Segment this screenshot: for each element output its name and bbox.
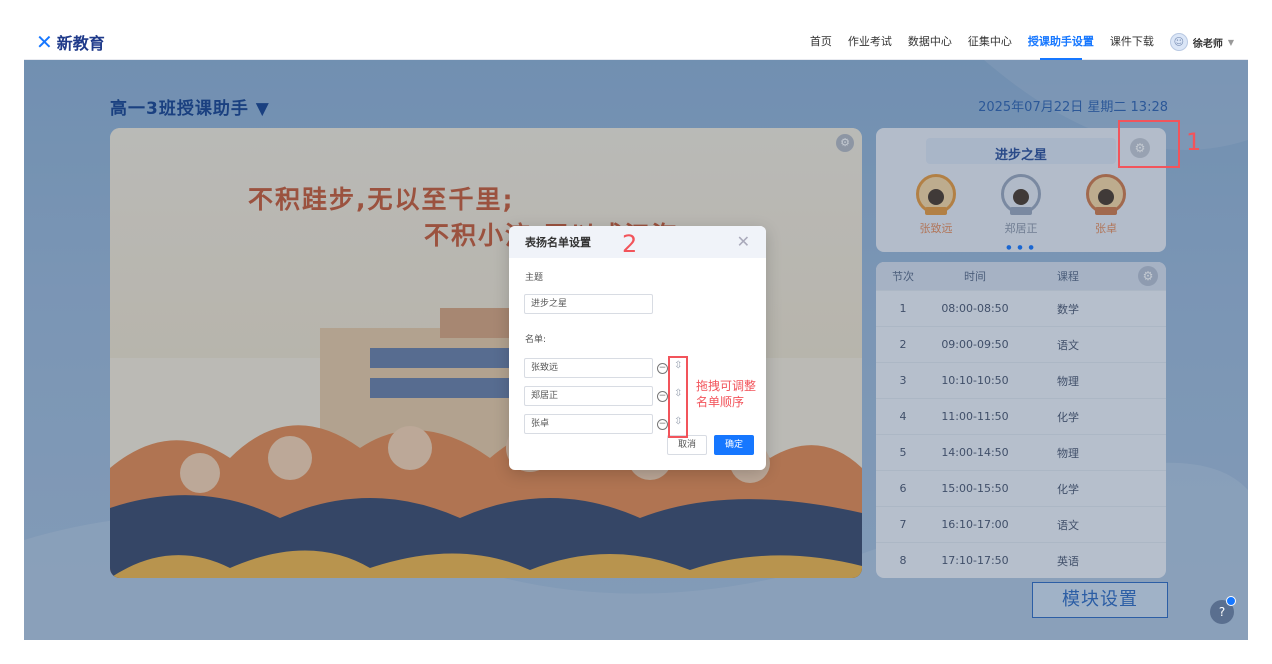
logo-icon: ✕ [36,30,53,54]
logo[interactable]: ✕ 新教育 [36,30,105,54]
nav-link-data[interactable]: 数据中心 [908,24,952,60]
top-nav: ✕ 新教育 首页 作业考试 数据中心 征集中心 授课助手设置 课件下载 ☺ 徐老… [24,24,1248,60]
annotation-drag-hint: 拖拽可调整名单顺序 [696,379,757,409]
topic-input[interactable]: 进步之星 [524,294,653,314]
annotation-number-2: 2 [622,230,638,258]
cancel-button[interactable]: 取消 [667,435,707,455]
annotation-box-drag-handles [668,356,688,438]
name-input-1[interactable]: 张致远 [524,358,653,378]
modal-title: 表扬名单设置 [509,226,766,258]
nav-link-collect[interactable]: 征集中心 [968,24,1012,60]
nav-link-assistant-settings[interactable]: 授课助手设置 [1028,24,1094,60]
praise-list-modal: 表扬名单设置 ✕ 主题 进步之星 名单: 张致远 − ⇳ 郑居正 − ⇳ 张卓 … [509,226,766,470]
annotation-number-1: 1 [1186,128,1202,156]
user-avatar-icon: ☺ [1169,33,1188,51]
nav-link-home[interactable]: 首页 [810,24,832,60]
name-input-3[interactable]: 张卓 [524,414,653,434]
chevron-down-icon: ▼ [1227,37,1234,47]
remove-icon[interactable]: − [657,391,668,402]
confirm-button[interactable]: 确定 [714,435,754,455]
app-frame: ✕ 新教育 首页 作业考试 数据中心 征集中心 授课助手设置 课件下载 ☺ 徐老… [24,24,1248,640]
nav-link-download[interactable]: 课件下载 [1110,24,1154,60]
help-notification-dot [1226,596,1236,606]
list-label: 名单: [525,335,547,345]
user-name: 徐老师 [1192,38,1223,50]
remove-icon[interactable]: − [657,419,668,430]
user-menu[interactable]: ☺ 徐老师 ▼ [1169,33,1234,51]
nav-link-homework[interactable]: 作业考试 [848,24,892,60]
nav-links: 首页 作业考试 数据中心 征集中心 授课助手设置 课件下载 ☺ 徐老师 ▼ [794,24,1234,60]
remove-icon[interactable]: − [657,363,668,374]
name-input-2[interactable]: 郑居正 [524,386,653,406]
topic-label: 主题 [525,273,544,283]
close-icon[interactable]: ✕ [737,232,750,251]
annotation-box-star-settings [1118,120,1180,168]
logo-text: 新教育 [56,34,105,53]
